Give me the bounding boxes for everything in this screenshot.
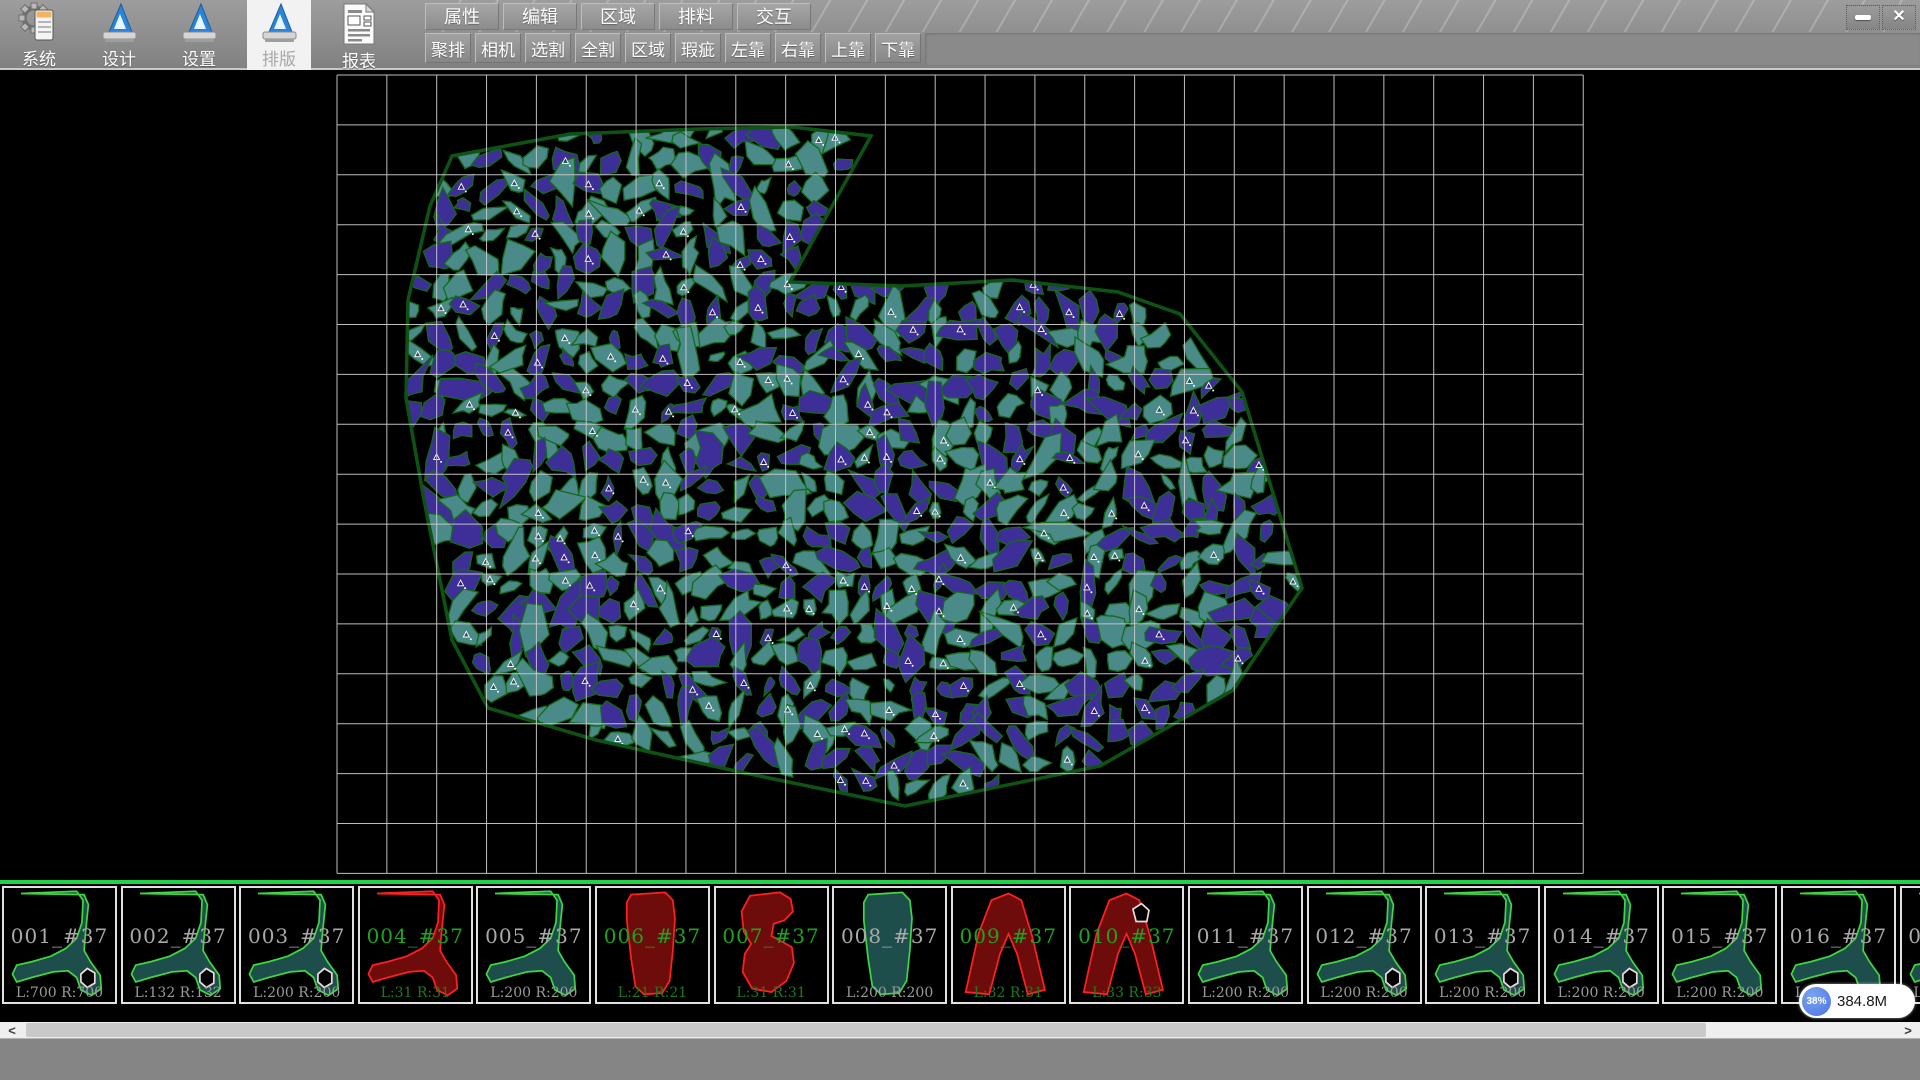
part-thumbnail-13[interactable]: 013_#37L:200 R:200 xyxy=(1425,886,1540,1004)
filmstrip-accent-line xyxy=(0,880,1920,884)
part-shape xyxy=(1666,889,1773,1001)
part-thumbnail-11[interactable]: 011_#37L:200 R:200 xyxy=(1188,886,1303,1004)
part-shape xyxy=(836,889,943,1001)
nav-item-2[interactable]: 设计 xyxy=(87,0,151,70)
part-thumbnail-5[interactable]: 005_#37L:200 R:200 xyxy=(476,886,591,1004)
part-shape xyxy=(1548,889,1655,1001)
nav-item-3[interactable]: 设置 xyxy=(167,0,231,70)
close-button[interactable]: ✕ xyxy=(1882,5,1916,30)
part-thumbnail-list: 001_#37L:700 R:700002_#37L:132 R:132003_… xyxy=(0,886,1920,1004)
memory-amount: 384.8M xyxy=(1837,993,1887,1010)
part-shape xyxy=(955,889,1062,1001)
nav-item-label: 排版 xyxy=(262,45,296,70)
tool-button-5[interactable]: 区域 xyxy=(625,33,671,63)
tool-button-3[interactable]: 选割 xyxy=(525,33,571,63)
horizontal-scrollbar[interactable]: < > xyxy=(0,1022,1920,1038)
part-shape xyxy=(125,889,232,1001)
nav-item-label: 设计 xyxy=(102,45,136,70)
part-thumbnail-8[interactable]: 008_#37L:200 R:200 xyxy=(832,886,947,1004)
part-shape xyxy=(599,889,706,1001)
part-thumbnail-2[interactable]: 002_#37L:132 R:132 xyxy=(121,886,236,1004)
app-window: 系统设计设置排版报表 属性编辑区域排料交互 ✕ 聚排相机选割全割区域瑕疵左靠右靠… xyxy=(0,0,1920,1080)
minimize-icon xyxy=(1855,15,1871,20)
part-shape xyxy=(718,889,825,1001)
nav-item-1[interactable]: 系统 xyxy=(7,0,71,70)
menu-item-1[interactable]: 属性 xyxy=(425,3,499,30)
part-shape xyxy=(362,889,469,1001)
tool-button-7[interactable]: 左靠 xyxy=(725,33,771,63)
tool-row-spacer xyxy=(925,33,1920,65)
nav-item-label: 系统 xyxy=(22,45,56,70)
scrollbar-thumb[interactable] xyxy=(26,1023,1706,1037)
part-shape xyxy=(6,889,113,1001)
nav-item-5[interactable]: 报表 xyxy=(327,0,391,70)
part-thumbnail-4[interactable]: 004_#37L:31 R:31 xyxy=(358,886,473,1004)
nav-icon-bar: 系统 设计 设置 排版 报表 xyxy=(0,0,425,70)
part-thumbnail-6[interactable]: 006_#37L:21 R:21 xyxy=(595,886,710,1004)
tool-row: 聚排相机选割全割区域瑕疵左靠右靠上靠下靠 xyxy=(425,32,1920,70)
part-thumbnail-3[interactable]: 003_#37L:200 R:200 xyxy=(239,886,354,1004)
tool-button-8[interactable]: 右靠 xyxy=(775,33,821,63)
tool-button-10[interactable]: 下靠 xyxy=(875,33,921,63)
part-thumbnail-14[interactable]: 014_#37L:200 R:200 xyxy=(1544,886,1659,1004)
minimize-button[interactable] xyxy=(1846,5,1880,30)
tool-button-2[interactable]: 相机 xyxy=(475,33,521,63)
nav-item-label: 设置 xyxy=(182,45,216,70)
memory-percent-indicator: 38% xyxy=(1802,987,1831,1016)
tool-button-6[interactable]: 瑕疵 xyxy=(675,33,721,63)
part-thumbnail-7[interactable]: 007_#37L:31 R:31 xyxy=(714,886,829,1004)
part-thumbnail-9[interactable]: 009_#37L:32 R:31 xyxy=(951,886,1066,1004)
window-controls: ✕ xyxy=(1844,5,1916,30)
set-square-icon xyxy=(177,2,221,44)
part-shape xyxy=(1904,889,1920,1001)
parts-filmstrip: 001_#37L:700 R:700002_#37L:132 R:132003_… xyxy=(0,880,1920,1022)
tool-button-1[interactable]: 聚排 xyxy=(425,33,471,63)
scroll-right-arrow[interactable]: > xyxy=(1896,1022,1920,1038)
part-shape xyxy=(1192,889,1299,1001)
part-thumbnail-12[interactable]: 012_#37L:200 R:200 xyxy=(1307,886,1422,1004)
nav-item-4[interactable]: 排版 xyxy=(247,0,311,70)
menu-item-4[interactable]: 排料 xyxy=(659,3,733,30)
menu-item-3[interactable]: 区域 xyxy=(581,3,655,30)
part-shape xyxy=(1429,889,1536,1001)
nav-item-label: 报表 xyxy=(342,47,376,72)
nesting-canvas[interactable] xyxy=(0,70,1920,880)
scroll-left-arrow[interactable]: < xyxy=(0,1022,24,1038)
menu-row: 属性编辑区域排料交互 ✕ xyxy=(425,0,1920,32)
report-icon xyxy=(337,2,381,46)
part-shape xyxy=(243,889,350,1001)
part-thumbnail-1[interactable]: 001_#37L:700 R:700 xyxy=(2,886,117,1004)
part-thumbnail-15[interactable]: 015_#37L:200 R:200 xyxy=(1662,886,1777,1004)
close-icon: ✕ xyxy=(1892,9,1905,25)
menu-item-5[interactable]: 交互 xyxy=(737,3,811,30)
memory-badge: 38% 384.8M xyxy=(1799,984,1915,1018)
system-icon xyxy=(17,2,61,44)
tool-button-9[interactable]: 上靠 xyxy=(825,33,871,63)
tool-button-4[interactable]: 全割 xyxy=(575,33,621,63)
part-shape xyxy=(1311,889,1418,1001)
set-square-icon xyxy=(97,2,141,44)
part-shape xyxy=(1073,889,1180,1001)
top-toolbar: 系统设计设置排版报表 属性编辑区域排料交互 ✕ 聚排相机选割全割区域瑕疵左靠右靠… xyxy=(0,0,1920,70)
part-shape xyxy=(480,889,587,1001)
menu-item-2[interactable]: 编辑 xyxy=(503,3,577,30)
set-square-icon xyxy=(257,2,301,44)
toolbar-right-zone: 属性编辑区域排料交互 ✕ 聚排相机选割全割区域瑕疵左靠右靠上靠下靠 xyxy=(425,0,1920,70)
part-thumbnail-10[interactable]: 010_#37L:33 R:33 xyxy=(1069,886,1184,1004)
status-bar xyxy=(0,1038,1920,1080)
